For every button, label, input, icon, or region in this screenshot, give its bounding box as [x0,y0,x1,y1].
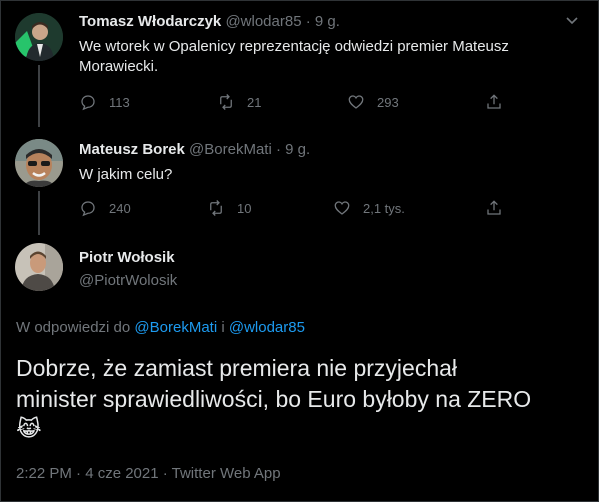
mention-borekmati[interactable]: @BorekMati [134,319,217,336]
tweet-header: Mateusz Borek @BorekMati · 9 g. [79,141,310,158]
share-icon [487,200,501,215]
tweet-time[interactable]: 9 g. [285,141,310,158]
tweet-time[interactable]: 9 g. [315,13,340,30]
emoji-cat-tears: 😹 [16,416,42,441]
tweet-1[interactable]: Tomasz Włodarczyk @wlodar85 · 9 g. We wt… [1,1,599,127]
tweet-actions: 113 21 293 [79,93,509,113]
author-handle[interactable]: @BorekMati [189,141,272,158]
thread-line [38,65,40,127]
avatar-mateusz[interactable] [15,139,63,187]
retweet-button[interactable]: 21 [217,93,261,111]
author-name[interactable]: Mateusz Borek [79,141,185,158]
main-tweet-line-1: Dobrze, że zamiast premiera nie przyjech… [16,355,458,381]
heart-icon [348,95,364,109]
tweet-2[interactable]: Mateusz Borek @BorekMati · 9 g. W jakim … [1,127,599,235]
tweet-handle-row: @PiotrWolosik [79,272,177,289]
reply-button[interactable]: 113 [79,93,130,111]
main-tweet-line-2: minister sprawiedliwości, bo Euro byłoby… [16,386,532,412]
retweet-icon [220,94,232,110]
retweet-count: 10 [237,200,252,216]
reply-count: 240 [109,200,131,216]
author-handle[interactable]: @wlodar85 [225,13,301,30]
like-button[interactable]: 293 [347,93,399,111]
reply-and: i [221,319,225,336]
heart-icon [334,201,350,215]
mention-wlodar85[interactable]: @wlodar85 [229,319,305,336]
author-name[interactable]: Piotr Wołosik [79,249,175,266]
retweet-icon [210,200,222,216]
more-icon[interactable] [564,12,580,32]
reply-icon [81,201,95,217]
dot-separator: · [275,141,281,158]
reply-prefix: W odpowiedzi do [16,319,131,336]
thread-line [38,191,40,235]
like-count: 293 [377,94,399,110]
author-name[interactable]: Tomasz Włodarczyk [79,13,221,30]
avatar-piotr[interactable] [15,243,63,291]
tweet-thread: Tomasz Włodarczyk @wlodar85 · 9 g. We wt… [0,0,599,502]
main-tweet-text: Dobrze, że zamiast premiera nie przyjech… [16,353,586,443]
retweet-count: 21 [247,94,262,110]
main-tweet: Piotr Wołosik @PiotrWolosik W odpowiedzi… [1,231,599,502]
tweet-text: W jakim celu? [79,166,173,183]
like-count: 2,1 tys. [363,200,405,216]
tweet-timestamp[interactable]: 2:22 PM · 4 cze 2021 · Twitter Web App [16,465,281,482]
avatar-tomasz[interactable] [15,13,63,61]
share-button[interactable] [485,93,515,111]
share-button[interactable] [485,199,515,217]
dot-separator: · [305,13,311,30]
author-handle[interactable]: @PiotrWolosik [79,272,177,289]
retweet-button[interactable]: 10 [207,199,251,217]
like-button[interactable]: 2,1 tys. [333,199,405,217]
reply-context: W odpowiedzi do @BorekMati i @wlodar85 [16,319,305,336]
tweet-actions: 240 10 2,1 tys. [79,199,509,219]
reply-button[interactable]: 240 [79,199,131,217]
share-icon [487,94,501,109]
tweet-header: Piotr Wołosik [79,249,175,266]
reply-count: 113 [109,94,130,110]
reply-icon [81,95,95,111]
tweet-header: Tomasz Włodarczyk @wlodar85 · 9 g. [79,13,340,30]
tweet-text: We wtorek w Opalenicy reprezentację odwi… [79,38,509,75]
